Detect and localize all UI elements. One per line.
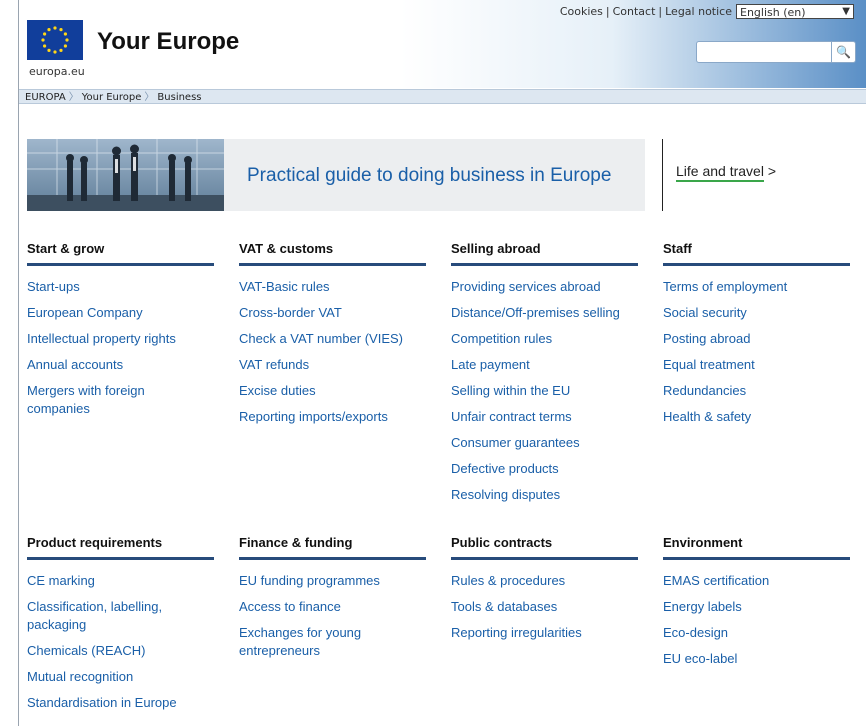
link-access-to-finance[interactable]: Access to finance bbox=[239, 598, 426, 616]
link-posting-abroad[interactable]: Posting abroad bbox=[663, 330, 850, 348]
section-title[interactable]: VAT & customs bbox=[239, 241, 426, 263]
section-underline bbox=[663, 557, 850, 560]
link-resolving-disputes[interactable]: Resolving disputes bbox=[451, 486, 638, 504]
section-title[interactable]: Product requirements bbox=[27, 535, 214, 557]
section-underline bbox=[27, 557, 214, 560]
section-product-requirements: Product requirements CE marking Classifi… bbox=[27, 535, 214, 720]
language-value: English (en) bbox=[740, 6, 806, 19]
life-and-travel-link[interactable]: Life and travel > bbox=[676, 163, 777, 182]
section-public-contracts: Public contracts Rules & procedures Tool… bbox=[451, 535, 638, 650]
link-ce-marking[interactable]: CE marking bbox=[27, 572, 214, 590]
section-finance-funding: Finance & funding EU funding programmes … bbox=[239, 535, 426, 668]
link-energy-labels[interactable]: Energy labels bbox=[663, 598, 850, 616]
section-title[interactable]: Environment bbox=[663, 535, 850, 557]
link-annual-accounts[interactable]: Annual accounts bbox=[27, 356, 214, 374]
section-start-grow: Start & grow Start-ups European Company … bbox=[27, 241, 214, 426]
banner-title: Practical guide to doing business in Eur… bbox=[247, 165, 612, 186]
link-reporting-irregularities[interactable]: Reporting irregularities bbox=[451, 624, 638, 642]
breadcrumb-europa[interactable]: EUROPA bbox=[25, 92, 66, 103]
link-standardisation[interactable]: Standardisation in Europe bbox=[27, 694, 214, 712]
link-emas-certification[interactable]: EMAS certification bbox=[663, 572, 850, 590]
section-underline bbox=[451, 263, 638, 266]
link-eu-funding[interactable]: EU funding programmes bbox=[239, 572, 426, 590]
header: Cookies | Contact | Legal notice English… bbox=[19, 0, 866, 88]
section-title[interactable]: Staff bbox=[663, 241, 850, 263]
link-tools-databases[interactable]: Tools & databases bbox=[451, 598, 638, 616]
link-vat-basic-rules[interactable]: VAT-Basic rules bbox=[239, 278, 426, 296]
life-and-travel-label: Life and travel bbox=[676, 163, 764, 182]
section-underline bbox=[239, 263, 426, 266]
link-mutual-recognition[interactable]: Mutual recognition bbox=[27, 668, 214, 686]
search-button[interactable]: 🔍 bbox=[832, 41, 856, 63]
link-social-security[interactable]: Social security bbox=[663, 304, 850, 322]
search-input[interactable] bbox=[696, 41, 832, 63]
link-redundancies[interactable]: Redundancies bbox=[663, 382, 850, 400]
europa-caption: europa.eu bbox=[29, 65, 85, 78]
link-mergers[interactable]: Mergers with foreign companies bbox=[27, 382, 177, 418]
legal-notice-link[interactable]: Legal notice bbox=[665, 5, 732, 18]
chevron-right-icon: 〉 bbox=[144, 92, 155, 103]
language-select[interactable]: English (en) ▼ bbox=[736, 4, 854, 19]
link-start-ups[interactable]: Start-ups bbox=[27, 278, 214, 296]
link-consumer-guarantees[interactable]: Consumer guarantees bbox=[451, 434, 638, 452]
link-excise-duties[interactable]: Excise duties bbox=[239, 382, 426, 400]
section-title[interactable]: Finance & funding bbox=[239, 535, 426, 557]
search-box: 🔍 bbox=[696, 41, 856, 63]
banner: Practical guide to doing business in Eur… bbox=[27, 139, 645, 211]
link-competition-rules[interactable]: Competition rules bbox=[451, 330, 638, 348]
link-defective-products[interactable]: Defective products bbox=[451, 460, 638, 478]
section-environment: Environment EMAS certification Energy la… bbox=[663, 535, 850, 676]
breadcrumb-your-europe[interactable]: Your Europe bbox=[82, 92, 142, 103]
section-selling-abroad: Selling abroad Providing services abroad… bbox=[451, 241, 638, 512]
chevron-down-icon: ▼ bbox=[842, 6, 850, 17]
link-classification[interactable]: Classification, labelling, packaging bbox=[27, 598, 187, 634]
breadcrumb-business: Business bbox=[157, 92, 202, 103]
link-exchanges-young-entrepreneurs[interactable]: Exchanges for young entrepreneurs bbox=[239, 624, 389, 660]
section-underline bbox=[27, 263, 214, 266]
link-health-safety[interactable]: Health & safety bbox=[663, 408, 850, 426]
section-title[interactable]: Start & grow bbox=[27, 241, 214, 263]
utility-nav: Cookies | Contact | Legal notice English… bbox=[560, 4, 854, 19]
divider bbox=[662, 139, 663, 211]
section-vat-customs: VAT & customs VAT-Basic rules Cross-bord… bbox=[239, 241, 426, 434]
eu-stars-icon bbox=[41, 26, 69, 54]
link-vat-refunds[interactable]: VAT refunds bbox=[239, 356, 426, 374]
link-equal-treatment[interactable]: Equal treatment bbox=[663, 356, 850, 374]
business-people-image bbox=[27, 139, 224, 211]
eu-flag-logo[interactable] bbox=[27, 20, 83, 60]
section-underline bbox=[239, 557, 426, 560]
section-underline bbox=[663, 263, 850, 266]
link-reporting-imports[interactable]: Reporting imports/exports bbox=[239, 408, 426, 426]
chevron-right-icon: 〉 bbox=[68, 92, 79, 103]
section-underline bbox=[451, 557, 638, 560]
breadcrumb: EUROPA 〉 Your Europe 〉 Business bbox=[19, 89, 866, 104]
section-title[interactable]: Public contracts bbox=[451, 535, 638, 557]
link-selling-within-eu[interactable]: Selling within the EU bbox=[451, 382, 638, 400]
left-border bbox=[18, 0, 19, 726]
link-eu-eco-label[interactable]: EU eco-label bbox=[663, 650, 850, 668]
arrow-right-icon: > bbox=[767, 163, 777, 179]
search-icon: 🔍 bbox=[836, 45, 851, 59]
link-chemicals-reach[interactable]: Chemicals (REACH) bbox=[27, 642, 214, 660]
link-rules-procedures[interactable]: Rules & procedures bbox=[451, 572, 638, 590]
page: Cookies | Contact | Legal notice English… bbox=[0, 0, 866, 726]
cookies-link[interactable]: Cookies bbox=[560, 5, 603, 18]
contact-link[interactable]: Contact bbox=[613, 5, 656, 18]
link-late-payment[interactable]: Late payment bbox=[451, 356, 638, 374]
link-distance-selling[interactable]: Distance/Off-premises selling bbox=[451, 304, 638, 322]
site-title[interactable]: Your Europe bbox=[97, 28, 239, 56]
link-providing-services[interactable]: Providing services abroad bbox=[451, 278, 638, 296]
link-terms-of-employment[interactable]: Terms of employment bbox=[663, 278, 850, 296]
link-eco-design[interactable]: Eco-design bbox=[663, 624, 850, 642]
link-unfair-contract-terms[interactable]: Unfair contract terms bbox=[451, 408, 638, 426]
section-title[interactable]: Selling abroad bbox=[451, 241, 638, 263]
link-check-vat-number[interactable]: Check a VAT number (VIES) bbox=[239, 330, 426, 348]
link-european-company[interactable]: European Company bbox=[27, 304, 214, 322]
link-ip-rights[interactable]: Intellectual property rights bbox=[27, 330, 214, 348]
link-cross-border-vat[interactable]: Cross-border VAT bbox=[239, 304, 426, 322]
section-staff: Staff Terms of employment Social securit… bbox=[663, 241, 850, 434]
